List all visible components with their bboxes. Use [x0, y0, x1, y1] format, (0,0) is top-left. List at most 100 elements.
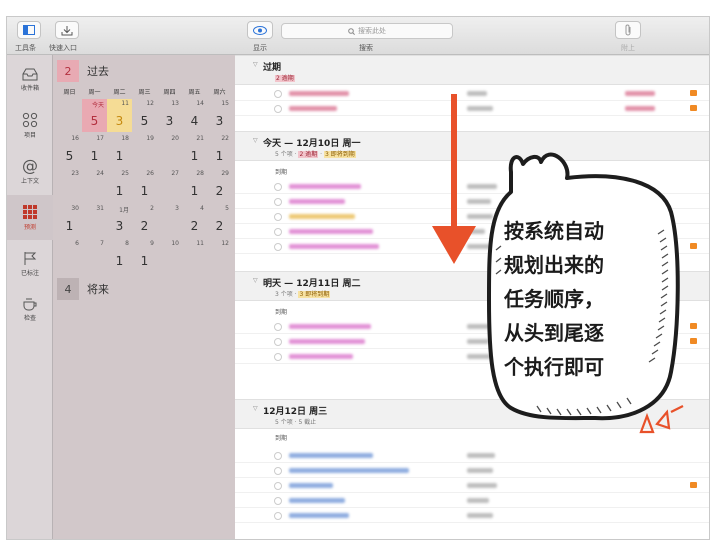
calendar-day-cell[interactable]: 今天 5 — [82, 99, 107, 132]
task-row[interactable] — [235, 508, 709, 523]
calendar-day-cell[interactable]: 18 1 — [107, 134, 132, 167]
task-row[interactable] — [235, 478, 709, 493]
calendar-day-cell[interactable]: 13 3 — [157, 99, 182, 132]
task-checkbox[interactable] — [274, 353, 282, 361]
calendar-day-cell[interactable]: 25 1 — [107, 169, 132, 202]
calendar-day-cell[interactable]: 11 3 — [107, 99, 132, 132]
calendar-day-cell[interactable]: 12 — [207, 239, 232, 272]
task-checkbox[interactable] — [274, 183, 282, 191]
task-checkbox[interactable] — [274, 452, 282, 460]
calendar-day-cell[interactable]: 91 — [132, 239, 157, 272]
task-row[interactable] — [235, 448, 709, 463]
disclosure-triangle-icon[interactable]: ▽ — [253, 405, 258, 412]
flag-icon[interactable] — [690, 338, 697, 344]
calendar-day-cell[interactable]: 12 5 — [132, 99, 157, 132]
calendar-day-cell[interactable]: 7 — [82, 239, 107, 272]
calendar-day-cell[interactable]: 14 4 — [182, 99, 207, 132]
calendar-day-cell[interactable]: 16 5 — [57, 134, 82, 167]
task-checkbox[interactable] — [274, 198, 282, 206]
task-checkbox[interactable] — [274, 213, 282, 221]
search-icon — [348, 27, 355, 35]
flag-icon[interactable] — [690, 482, 697, 488]
paperclip-icon — [625, 24, 631, 36]
section-title: 过期 — [263, 63, 282, 73]
calendar-day-cell[interactable]: 11 — [182, 239, 207, 272]
attach-button[interactable] — [615, 21, 641, 39]
calendar-day-cell[interactable]: 19 — [132, 134, 157, 167]
task-count: 5 — [140, 114, 149, 128]
perspective-sidebar: 收件箱 项目 @ 上下文 预测 已标注 检查 — [7, 55, 53, 539]
sidebar-item-projects[interactable]: 项目 — [7, 103, 53, 148]
disclosure-triangle-icon[interactable]: ▽ — [253, 137, 258, 144]
task-checkbox[interactable] — [274, 482, 282, 490]
task-row[interactable] — [235, 493, 709, 508]
task-checkbox[interactable] — [274, 497, 282, 505]
sidebar-item-forecast[interactable]: 预测 — [7, 195, 53, 240]
overdue-badge: 2 逾期 — [275, 75, 295, 82]
calendar-day-cell[interactable]: 30 1 — [57, 204, 82, 237]
sidebar-item-review[interactable]: 检查 — [7, 287, 53, 332]
task-row[interactable] — [235, 463, 709, 478]
day-number: 29 — [221, 170, 229, 177]
task-checkbox[interactable] — [274, 323, 282, 331]
search-input[interactable]: 搜索此处 — [281, 23, 453, 39]
calendar-day-cell[interactable]: 31 — [82, 204, 107, 237]
sidebar-item-flagged[interactable]: 已标注 — [7, 241, 53, 286]
toolbar-toggle-button[interactable] — [17, 21, 41, 39]
task-checkbox[interactable] — [274, 228, 282, 236]
quick-entry-button[interactable] — [55, 21, 79, 39]
past-label: 过去 — [87, 65, 109, 78]
calendar-day-cell[interactable] — [57, 99, 82, 132]
task-checkbox[interactable] — [274, 105, 282, 113]
calendar-day-cell[interactable]: 15 3 — [207, 99, 232, 132]
calendar-day-cell[interactable]: 22 1 — [207, 134, 232, 167]
disclosure-triangle-icon[interactable]: ▽ — [253, 277, 258, 284]
day-number: 10 — [171, 240, 179, 247]
calendar-day-cell[interactable]: 6 — [57, 239, 82, 272]
task-checkbox[interactable] — [274, 338, 282, 346]
task-row[interactable] — [235, 101, 709, 116]
past-row[interactable]: 2 过去 — [53, 59, 235, 83]
task-checkbox[interactable] — [274, 90, 282, 98]
flag-icon[interactable] — [690, 90, 697, 96]
task-count: 3 — [165, 114, 174, 128]
sidebar-item-contexts[interactable]: @ 上下文 — [7, 149, 53, 194]
calendar-day-cell[interactable]: 24 — [82, 169, 107, 202]
day-number: 2 — [150, 205, 154, 212]
task-row[interactable] — [235, 86, 709, 101]
task-checkbox[interactable] — [274, 512, 282, 520]
calendar-day-cell[interactable]: 52 — [207, 204, 232, 237]
calendar-day-cell[interactable]: 23 — [57, 169, 82, 202]
task-checkbox[interactable] — [274, 467, 282, 475]
calendar-day-cell[interactable]: 29 2 — [207, 169, 232, 202]
calendar-day-cell[interactable]: 22 — [132, 204, 157, 237]
section-overdue[interactable]: ▽ 过期 2 逾期 — [235, 55, 709, 85]
calendar-day-cell[interactable]: 28 1 — [182, 169, 207, 202]
sidebar-item-inbox[interactable]: 收件箱 — [7, 57, 53, 102]
flag-icon[interactable] — [690, 105, 697, 111]
section-summary: 3 个项 · 3 即将到期 — [275, 291, 331, 298]
calendar-day-cell[interactable]: 10 — [157, 239, 182, 272]
task-checkbox[interactable] — [274, 243, 282, 251]
disclosure-triangle-icon[interactable]: ▽ — [253, 61, 258, 68]
flag-icon[interactable] — [690, 243, 697, 249]
weekday-label: 周四 — [163, 89, 176, 96]
task-count: 1 — [65, 219, 74, 233]
task-count: 4 — [190, 114, 199, 128]
annotation-arrow — [451, 94, 457, 232]
calendar-day-cell[interactable]: 3 — [157, 204, 182, 237]
flag-icon[interactable] — [690, 323, 697, 329]
calendar-day-cell[interactable]: 17 1 — [82, 134, 107, 167]
calendar-day-cell[interactable]: 20 — [157, 134, 182, 167]
future-row[interactable]: 4 将来 — [53, 277, 235, 301]
calendar-day-cell[interactable]: 1月 3 — [107, 204, 132, 237]
calendar-day-cell[interactable]: 26 1 — [132, 169, 157, 202]
arrow-head-icon — [432, 226, 476, 264]
view-button[interactable] — [247, 21, 273, 39]
day-number: 22 — [221, 135, 229, 142]
calendar-day-cell[interactable]: 21 1 — [182, 134, 207, 167]
calendar-day-cell[interactable]: 81 — [107, 239, 132, 272]
calendar-day-cell[interactable]: 42 — [182, 204, 207, 237]
sidebar-item-label: 预测 — [23, 224, 36, 231]
calendar-day-cell[interactable]: 27 — [157, 169, 182, 202]
